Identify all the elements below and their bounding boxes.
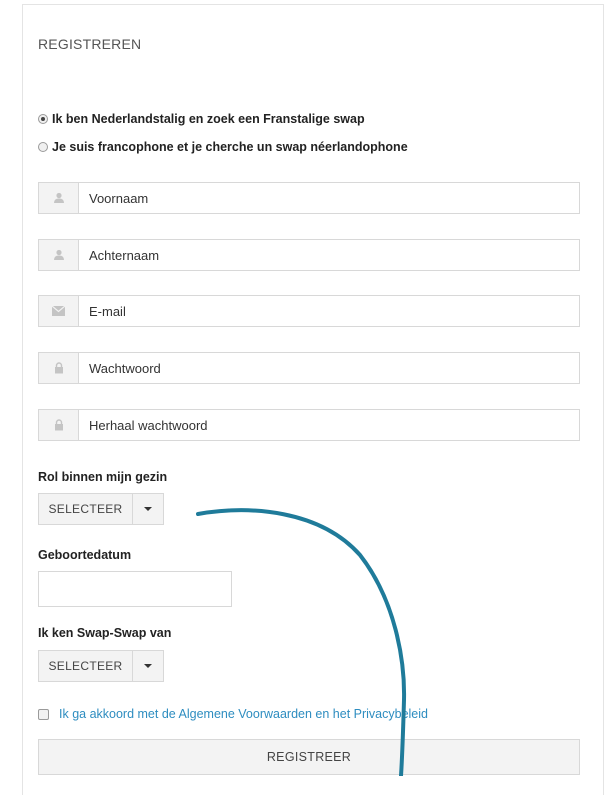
referral-label: Ik ken Swap-Swap van <box>38 626 172 640</box>
radio-label-french: Je suis francophone et je cherche un swa… <box>52 140 408 154</box>
password-field[interactable]: Wachtwoord <box>38 352 580 384</box>
chevron-down-icon[interactable] <box>132 494 163 524</box>
radio-button-checked[interactable] <box>38 114 48 124</box>
user-icon <box>39 240 79 270</box>
envelope-icon <box>39 296 79 326</box>
lock-icon <box>39 410 79 440</box>
role-label: Rol binnen mijn gezin <box>38 470 168 484</box>
lock-icon <box>39 353 79 383</box>
last-name-placeholder: Achternaam <box>89 247 160 263</box>
email-field[interactable]: E-mail <box>38 295 580 327</box>
radio-button-unchecked[interactable] <box>38 142 48 152</box>
radio-label-dutch: Ik ben Nederlandstalig en zoek een Frans… <box>52 112 365 126</box>
password-placeholder: Wachtwoord <box>89 360 161 376</box>
role-select[interactable]: SELECTEER <box>38 493 164 525</box>
first-name-field[interactable]: Voornaam <box>38 182 580 214</box>
terms-checkbox[interactable] <box>38 708 49 720</box>
radio-option-dutch[interactable]: Ik ben Nederlandstalig en zoek een Frans… <box>38 112 365 126</box>
referral-select-value: SELECTEER <box>48 659 123 673</box>
role-select-value: SELECTEER <box>48 502 123 516</box>
form-title: REGISTREREN <box>38 36 142 52</box>
terms-row[interactable]: Ik ga akkoord met de Algemene Voorwaarde… <box>38 707 428 721</box>
last-name-field[interactable]: Achternaam <box>38 239 580 271</box>
register-button[interactable]: REGISTREER <box>38 739 580 775</box>
password-repeat-placeholder: Herhaal wachtwoord <box>89 417 208 433</box>
birthdate-input[interactable] <box>38 571 232 607</box>
birthdate-label: Geboortedatum <box>38 548 132 562</box>
first-name-placeholder: Voornaam <box>89 190 149 206</box>
terms-link[interactable]: Ik ga akkoord met de Algemene Voorwaarde… <box>59 707 428 721</box>
password-repeat-field[interactable]: Herhaal wachtwoord <box>38 409 580 441</box>
radio-option-french[interactable]: Je suis francophone et je cherche un swa… <box>38 140 408 154</box>
user-icon <box>39 183 79 213</box>
referral-select[interactable]: SELECTEER <box>38 650 164 682</box>
chevron-down-icon[interactable] <box>132 651 163 681</box>
email-placeholder: E-mail <box>89 303 126 319</box>
